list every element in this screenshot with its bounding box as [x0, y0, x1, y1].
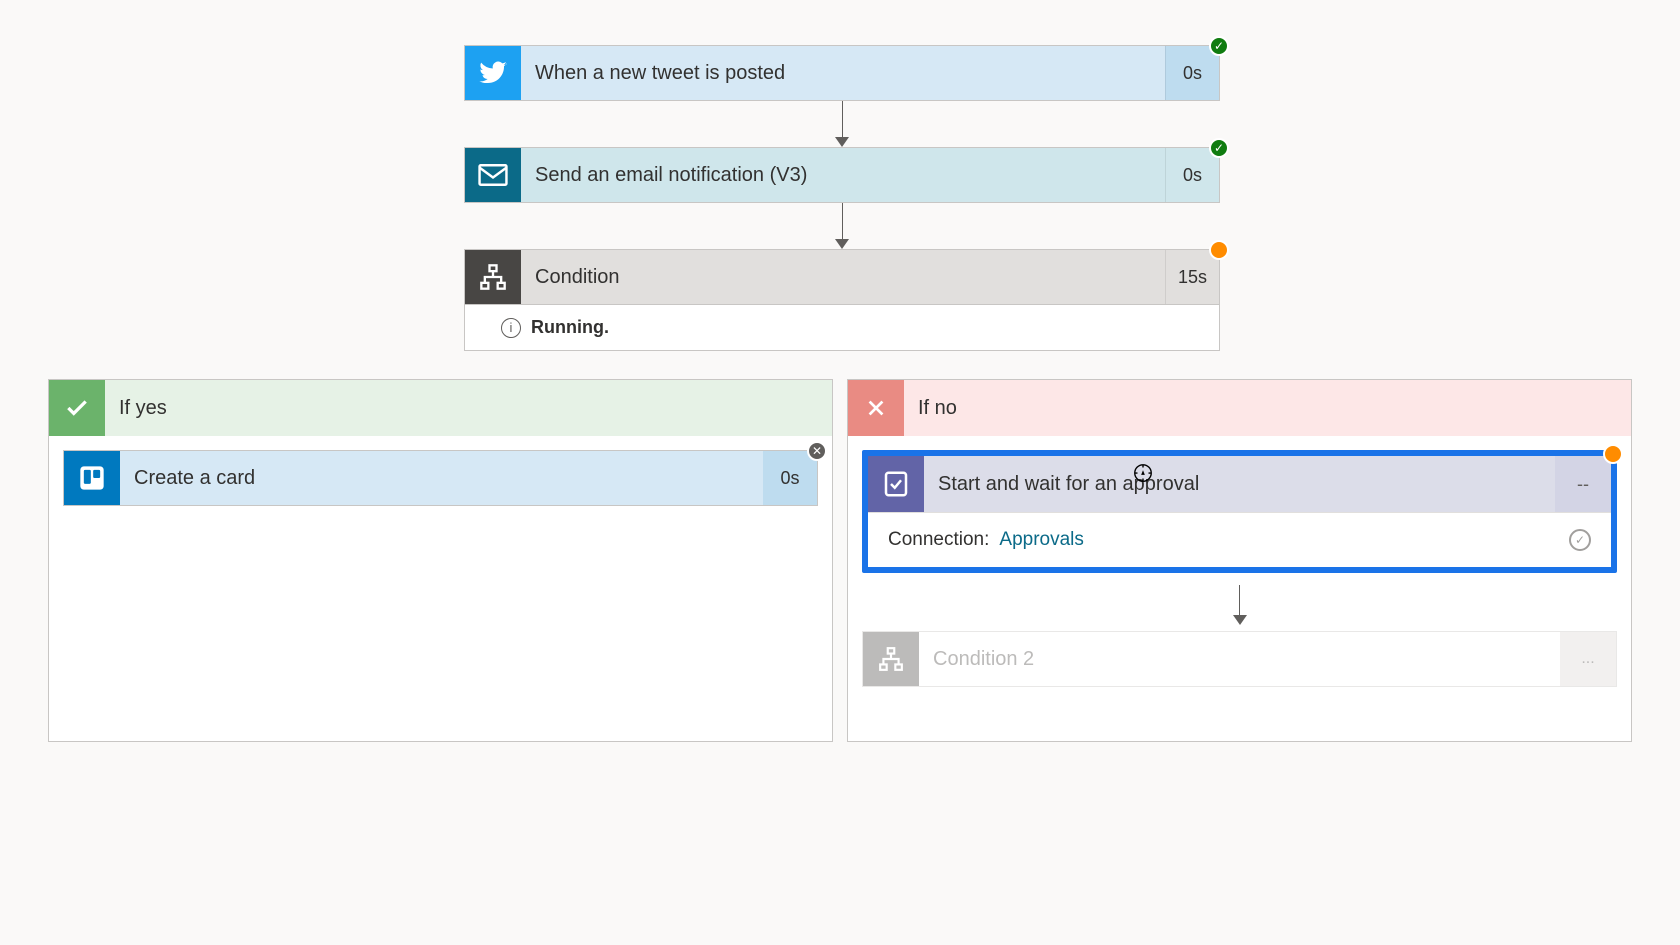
- running-text: Running.: [531, 317, 609, 338]
- step-label: When a new tweet is posted: [521, 46, 1165, 100]
- approval-step[interactable]: Start and wait for an approval --: [868, 456, 1611, 512]
- flow-canvas: When a new tweet is posted 0s ✓ Send an …: [0, 0, 1680, 945]
- connection-label: Connection:: [888, 529, 989, 551]
- connection-value-link[interactable]: Approvals: [999, 529, 1084, 551]
- branch-body: Create a card 0s ✕: [49, 436, 832, 520]
- arrow-down-icon: [464, 203, 1220, 249]
- condition2-step[interactable]: Condition 2 ...: [862, 631, 1617, 687]
- step-duration: --: [1555, 456, 1611, 512]
- arrow-down-icon: [862, 585, 1617, 625]
- step-duration: 0s: [1165, 148, 1219, 202]
- check-icon: [49, 380, 105, 436]
- step-label: Send an email notification (V3): [521, 148, 1165, 202]
- step-label: Condition: [521, 250, 1165, 304]
- status-running-icon: [1603, 444, 1623, 464]
- step-duration: 15s: [1165, 250, 1219, 304]
- action-email-step[interactable]: Send an email notification (V3) 0s ✓: [464, 147, 1220, 203]
- branch-title: If no: [904, 397, 957, 420]
- mail-icon: [465, 148, 521, 202]
- branch-header-yes[interactable]: If yes: [49, 380, 832, 436]
- status-cancel-icon: ✕: [807, 441, 827, 461]
- step-label: Condition 2: [919, 632, 1560, 686]
- trello-icon: [64, 451, 120, 505]
- cross-icon: [848, 380, 904, 436]
- condition-branches: If yes Create a card 0s ✕ If no: [48, 379, 1632, 742]
- info-icon: i: [501, 318, 521, 338]
- step-duration: 0s: [1165, 46, 1219, 100]
- branch-header-no[interactable]: If no: [848, 380, 1631, 436]
- main-flow-column: When a new tweet is posted 0s ✓ Send an …: [464, 45, 1220, 351]
- status-success-icon: ✓: [1209, 36, 1229, 56]
- approval-icon: [868, 456, 924, 512]
- condition-step[interactable]: Condition 15s: [464, 249, 1220, 305]
- step-label: Start and wait for an approval: [924, 456, 1555, 512]
- status-success-icon: ✓: [1209, 138, 1229, 158]
- approval-connection-row: Connection: Approvals ✓: [868, 512, 1611, 567]
- status-running-icon: [1209, 240, 1229, 260]
- trigger-twitter-step[interactable]: When a new tweet is posted 0s ✓: [464, 45, 1220, 101]
- if-no-branch: If no Start and wait for an approval -- …: [847, 379, 1632, 742]
- condition-icon: [465, 250, 521, 304]
- condition-icon: [863, 632, 919, 686]
- branch-title: If yes: [105, 397, 167, 420]
- branch-body: Start and wait for an approval -- Connec…: [848, 436, 1631, 741]
- step-duration: ...: [1560, 632, 1616, 686]
- twitter-icon: [465, 46, 521, 100]
- condition-status-row: i Running.: [464, 305, 1220, 351]
- if-yes-branch: If yes Create a card 0s ✕: [48, 379, 833, 742]
- approval-highlight-wrap: Start and wait for an approval -- Connec…: [862, 450, 1617, 573]
- connection-ok-icon: ✓: [1569, 529, 1591, 551]
- trello-create-card-step[interactable]: Create a card 0s ✕: [63, 450, 818, 506]
- step-label: Create a card: [120, 451, 763, 505]
- arrow-down-icon: [464, 101, 1220, 147]
- step-duration: 0s: [763, 451, 817, 505]
